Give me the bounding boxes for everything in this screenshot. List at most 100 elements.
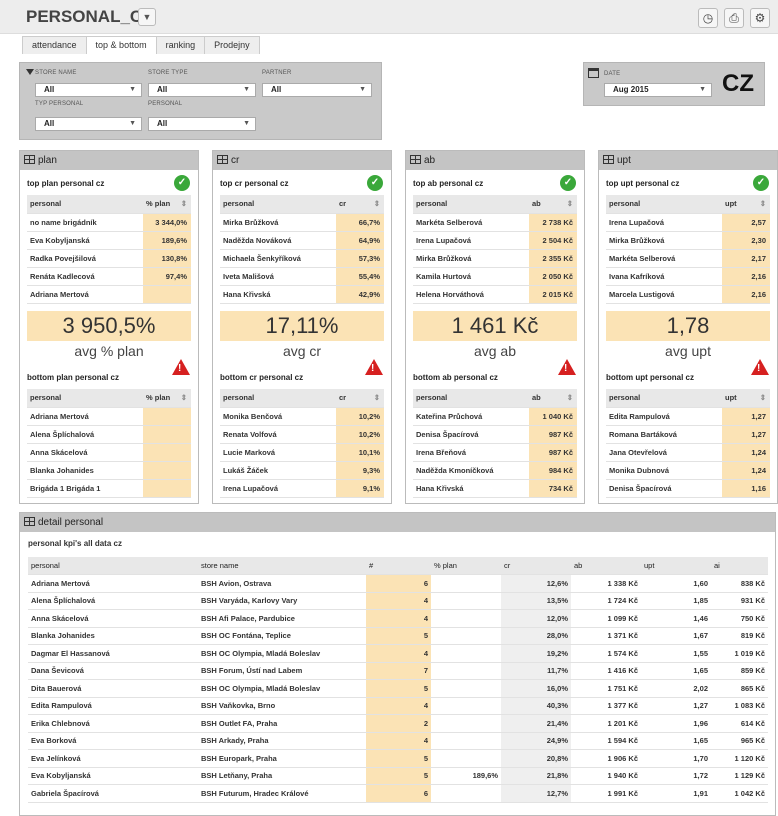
gear-icon[interactable]: ⚙ [750,8,770,28]
row-personal: Romana Bartáková [606,425,722,444]
chevron-down-icon[interactable]: ▼ [138,8,156,26]
table-row[interactable]: Mirka Brůžková 2,30 [606,231,770,250]
table-row[interactable]: Mirka Brůžková 2 355 Kč [413,249,577,268]
tab-top-bottom[interactable]: top & bottom [85,36,157,54]
table-row[interactable]: Eva Kobyljanská 189,6% [27,231,191,250]
table-row[interactable]: Iveta Mališová 55,4% [220,267,384,286]
tab-attendance[interactable]: attendance [22,36,87,54]
table-row[interactable]: Adriana Mertová [27,407,191,426]
table-row[interactable]: Blanka Johanides [27,461,191,480]
print-icon[interactable]: ⎙ [724,8,744,28]
table-row[interactable]: Irena Lupačová 2,57 [606,213,770,232]
col-value[interactable]: upt ⇕ [722,389,770,408]
table-row[interactable]: Irena Lupačová 2 504 Kč [413,231,577,250]
col-value[interactable]: ab ⇕ [529,195,577,214]
table-row[interactable]: Lucie Marková 10,1% [220,443,384,462]
typ-personal-select[interactable]: All ▼ [35,117,142,131]
partner-select[interactable]: All ▼ [262,83,372,97]
store-name-select[interactable]: All ▼ [35,83,142,97]
tab-prodejny[interactable]: Prodejny [204,36,260,54]
table-row[interactable]: Ivana Kafríková 2,16 [606,267,770,286]
table-row[interactable]: Lukáš Žáček 9,3% [220,461,384,480]
table-row[interactable]: no name brigádník 3 344,0% [27,213,191,232]
row-value [143,461,191,480]
table-row[interactable]: Brigáda 1 Brigáda 1 [27,479,191,498]
table-row[interactable]: Eva Kobyljanská BSH Letňany, Praha 5 189,6%… [28,767,768,785]
table-row[interactable]: Dita Bauerová BSH OC Olympia, Mladá Boles… [28,679,768,698]
table-row[interactable]: Eva Jelínková BSH Europark, Praha 5 20,8% 1 … [28,749,768,768]
table-row[interactable]: Helena Horváthová 2 015 Kč [413,285,577,304]
table-row[interactable]: Markéta Selberová 2 738 Kč [413,213,577,232]
table-row[interactable]: Edita Rampulová 1,27 [606,407,770,426]
table-row[interactable]: Irena Lupačová 9,1% [220,479,384,498]
col-value[interactable]: upt ⇕ [722,195,770,214]
cell: BSH OC Olympia, Mladá Boleslav [198,679,366,698]
table-row[interactable]: Anna Skácelová [27,443,191,462]
col-value[interactable]: % plan ⇕ [143,389,191,408]
cell: 819 Kč [711,627,768,645]
row-personal: Kamila Hurtová [413,267,529,286]
table-row[interactable]: Romana Bartáková 1,27 [606,425,770,444]
table-row[interactable]: Kateřina Průchová 1 040 Kč [413,407,577,426]
table-row[interactable]: Markéta Selberová 2,17 [606,249,770,268]
table-row[interactable]: Adriana Mertová BSH Avion, Ostrava 6 12,6% 1… [28,574,768,593]
col-header[interactable]: cr [501,557,571,575]
table-row[interactable]: Blanka Johanides BSH OC Fontána, Teplice 5… [28,627,768,645]
personal-select[interactable]: All ▼ [148,117,256,131]
table-row[interactable]: Renáta Kadlecová 97,4% [27,267,191,286]
table-row[interactable]: Eva Borková BSH Arkady, Praha 4 24,9% 1 594 … [28,732,768,750]
bottom-title: bottom cr personal cz [220,373,304,382]
col-value[interactable]: ab ⇕ [529,389,577,408]
col-header[interactable]: ab [571,557,641,575]
table-row[interactable]: Hana Křivská 42,9% [220,285,384,304]
table-row[interactable]: Erika Chlebnová BSH Outlet FA, Praha 2 21,4… [28,714,768,733]
row-value: 66,7% [336,213,384,232]
table-row[interactable]: Dana Ševicová BSH Forum, Ústí nad Labem 7 1… [28,662,768,680]
col-value[interactable]: cr ⇕ [336,389,384,408]
table-row[interactable]: Mirka Brůžková 66,7% [220,213,384,232]
col-header[interactable]: store name [198,557,366,575]
table-row[interactable]: Dagmar El Hassanová BSH OC Olympia, Mladá… [28,644,768,663]
table-row[interactable]: Gabriela Špacírová BSH Futurum, Hradec Kr… [28,784,768,803]
row-value: 10,2% [336,407,384,426]
table-header: personal ab ⇕ [413,389,577,408]
date-select[interactable]: Aug 2015 ▼ [604,83,712,97]
clock-icon[interactable]: ◷ [698,8,718,28]
col-header[interactable]: personal [28,557,198,575]
table-row[interactable]: Monika Dubnová 1,24 [606,461,770,480]
table-row[interactable]: Alena Šplíchalová BSH Varyáda, Karlovy Va… [28,592,768,610]
col-value[interactable]: % plan ⇕ [143,195,191,214]
col-header[interactable]: % plan [431,557,501,575]
table-row[interactable]: Irena Břeňová 987 Kč [413,443,577,462]
row-personal: Monika Dubnová [606,461,722,480]
table-row[interactable]: Monika Benčová 10,2% [220,407,384,426]
store-type-select[interactable]: All ▼ [148,83,256,97]
table-row[interactable]: Hana Křivská 734 Kč [413,479,577,498]
col-header[interactable]: ai [711,557,768,575]
table-row[interactable]: Marcela Lustigová 2,16 [606,285,770,304]
table-row[interactable]: Naděžda Nováková 64,9% [220,231,384,250]
col-header[interactable]: # [366,557,431,575]
table-row[interactable]: Radka Povejšilová 130,8% [27,249,191,268]
table-row[interactable]: Adriana Mertová [27,285,191,304]
table-row[interactable]: Kamila Hurtová 2 050 Kč [413,267,577,286]
col-header[interactable]: upt [641,557,711,575]
table-row[interactable]: Denisa Špacírová 987 Kč [413,425,577,444]
table-row[interactable]: Michaela Šenkyříková 57,3% [220,249,384,268]
table-row[interactable]: Jana Otevřelová 1,24 [606,443,770,462]
cell: BSH Letňany, Praha [198,767,366,785]
tab-ranking[interactable]: ranking [155,36,206,54]
table-row[interactable]: Renata Volfová 10,2% [220,425,384,444]
table-row[interactable]: Edita Rampulová BSH Vaňkovka, Brno 4 40,3% 1… [28,697,768,715]
col-value[interactable]: cr ⇕ [336,195,384,214]
row-personal: Hana Křivská [413,479,529,498]
cell: 13,5% [501,592,571,610]
table-row[interactable]: Alena Šplíchalová [27,425,191,444]
table-row[interactable]: Anna Skácelová BSH Afi Palace, Pardubice 4… [28,609,768,628]
table-row[interactable]: Naděžda Kmoníčková 984 Kč [413,461,577,480]
table-row[interactable]: Denisa Špacírová 1,16 [606,479,770,498]
row-personal: Anna Skácelová [27,443,143,462]
top-title: top ab personal cz [413,179,484,188]
cell: 1 120 Kč [711,749,768,768]
row-value: 57,3% [336,249,384,268]
